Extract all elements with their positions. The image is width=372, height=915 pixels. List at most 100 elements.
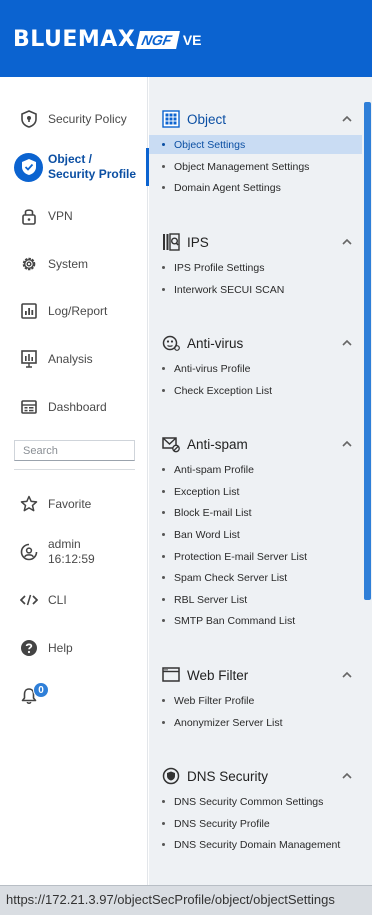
- menu-item-smtp-ban-command-list[interactable]: SMTP Ban Command List: [149, 611, 362, 630]
- gear-icon: [19, 254, 39, 274]
- star-icon: [19, 494, 39, 514]
- bullet: [162, 389, 165, 392]
- menu-label: SMTP Ban Command List: [174, 614, 296, 627]
- bullet: [162, 555, 165, 558]
- nav-label-object: Object /: [48, 152, 93, 166]
- menu-item-protection-email-server-list[interactable]: Protection E-mail Server List: [149, 547, 362, 566]
- nav-item-object-security-profile[interactable]: Object / Security Profile: [0, 148, 149, 186]
- nav-item-dashboard[interactable]: Dashboard: [0, 395, 148, 419]
- shield-check-icon: [14, 152, 43, 182]
- chart-icon: [19, 301, 39, 321]
- analysis-icon: [19, 349, 39, 369]
- bullet: [162, 186, 165, 189]
- nav-label-analysis: Analysis: [48, 351, 93, 366]
- status-url: https://172.21.3.97/objectSecProfile/obj…: [6, 892, 335, 907]
- user-icon: [19, 542, 39, 562]
- ips-icon: [161, 232, 181, 252]
- menu-label: Web Filter Profile: [174, 694, 255, 707]
- user-name: admin: [48, 537, 81, 551]
- bullet: [162, 165, 165, 168]
- menu-item-anti-virus-profile[interactable]: Anti-virus Profile: [149, 359, 362, 378]
- menu-item-anti-spam-profile[interactable]: Anti-spam Profile: [149, 460, 362, 479]
- shield-icon: [19, 109, 39, 129]
- lock-icon: [19, 206, 39, 226]
- menu-label: Spam Check Server List: [174, 571, 288, 584]
- nav-item-system[interactable]: System: [0, 252, 148, 276]
- bullet: [162, 699, 165, 702]
- menu-label: IPS Profile Settings: [174, 261, 265, 274]
- menu-label: Check Exception List: [174, 384, 273, 397]
- menu-item-web-filter-profile[interactable]: Web Filter Profile: [149, 691, 362, 710]
- section-title-web-filter: Web Filter: [187, 667, 249, 683]
- chevron-up-icon: [342, 772, 352, 779]
- menu-item-ban-word-list[interactable]: Ban Word List: [149, 525, 362, 544]
- section-anti-virus[interactable]: Anti-virus: [149, 332, 362, 354]
- browser-status-bar: https://172.21.3.97/objectSecProfile/obj…: [0, 885, 372, 915]
- nav-item-cli[interactable]: CLI: [0, 588, 148, 612]
- code-icon: [19, 590, 39, 610]
- nav-item-security-policy[interactable]: Security Policy: [0, 107, 148, 131]
- bullet: [162, 490, 165, 493]
- brand-logo[interactable]: BLUEMAX NGF VE: [13, 27, 202, 52]
- menu-item-domain-agent-settings[interactable]: Domain Agent Settings: [149, 178, 362, 197]
- section-object[interactable]: Object: [149, 108, 362, 130]
- section-title-ips: IPS: [187, 234, 209, 250]
- nav-label-cli: CLI: [48, 592, 67, 607]
- nav-item-vpn[interactable]: VPN: [0, 204, 148, 228]
- section-title-anti-spam: Anti-spam: [187, 436, 248, 452]
- menu-item-object-settings[interactable]: Object Settings: [149, 135, 362, 154]
- web-icon: [161, 665, 181, 685]
- menu-label: Exception List: [174, 485, 240, 498]
- menu-item-interwork-secui-scan[interactable]: Interwork SECUI SCAN: [149, 280, 362, 299]
- menu-item-dns-security-domain-management[interactable]: DNS Security Domain Management: [149, 835, 362, 854]
- left-nav: [0, 77, 148, 885]
- bullet: [162, 721, 165, 724]
- menu-item-block-email-list[interactable]: Block E-mail List: [149, 503, 362, 522]
- nav-item-analysis[interactable]: Analysis: [0, 347, 148, 371]
- nav-item-log-report[interactable]: Log/Report: [0, 299, 148, 323]
- nav-label-security-profile: Security Profile: [48, 167, 137, 181]
- nav-item-favorite[interactable]: Favorite: [0, 492, 148, 516]
- search-input[interactable]: [14, 440, 135, 461]
- menu-label: Ban Word List: [174, 528, 240, 541]
- menu-label: Anti-spam Profile: [174, 463, 254, 476]
- menu-label: Anonymizer Server List: [174, 716, 283, 729]
- scrollbar-thumb[interactable]: [364, 102, 371, 600]
- menu-item-object-management-settings[interactable]: Object Management Settings: [149, 157, 362, 176]
- virus-icon: [161, 333, 181, 353]
- menu-item-spam-check-server-list[interactable]: Spam Check Server List: [149, 568, 362, 587]
- menu-item-dns-security-common-settings[interactable]: DNS Security Common Settings: [149, 792, 362, 811]
- chevron-up-icon: [342, 440, 352, 447]
- menu-item-anonymizer-server-list[interactable]: Anonymizer Server List: [149, 713, 362, 732]
- grid-icon: [161, 109, 181, 129]
- dashboard-icon: [19, 397, 39, 417]
- brand-name: BLUEMAX: [13, 27, 136, 52]
- nav-item-user[interactable]: admin 16:12:59: [0, 535, 148, 569]
- bullet: [162, 143, 165, 146]
- menu-label: Object Settings: [174, 138, 246, 151]
- dns-icon: [161, 766, 181, 786]
- menu-label: Interwork SECUI SCAN: [174, 283, 285, 296]
- nav-label-vpn: VPN: [48, 208, 73, 223]
- section-anti-spam[interactable]: Anti-spam: [149, 433, 362, 455]
- notification-badge: 0: [33, 682, 49, 698]
- section-web-filter[interactable]: Web Filter: [149, 664, 362, 686]
- chevron-up-icon: [342, 339, 352, 346]
- section-ips[interactable]: IPS: [149, 231, 362, 253]
- menu-item-rbl-server-list[interactable]: RBL Server List: [149, 590, 362, 609]
- chevron-up-icon: [342, 671, 352, 678]
- menu-label: RBL Server List: [174, 593, 248, 606]
- menu-item-dns-security-profile[interactable]: DNS Security Profile: [149, 814, 362, 833]
- nav-label-log-report: Log/Report: [48, 303, 108, 318]
- nav-label-favorite: Favorite: [48, 496, 92, 511]
- chevron-up-icon: [342, 115, 352, 122]
- menu-label: DNS Security Domain Management: [174, 838, 341, 851]
- section-dns-security[interactable]: DNS Security: [149, 765, 362, 787]
- brand-product: NGF: [136, 30, 180, 49]
- bullet: [162, 367, 165, 370]
- menu-item-ips-profile-settings[interactable]: IPS Profile Settings: [149, 258, 362, 277]
- bullet: [162, 266, 165, 269]
- menu-item-check-exception-list[interactable]: Check Exception List: [149, 381, 362, 400]
- menu-item-exception-list[interactable]: Exception List: [149, 482, 362, 501]
- nav-item-help[interactable]: Help: [0, 636, 148, 660]
